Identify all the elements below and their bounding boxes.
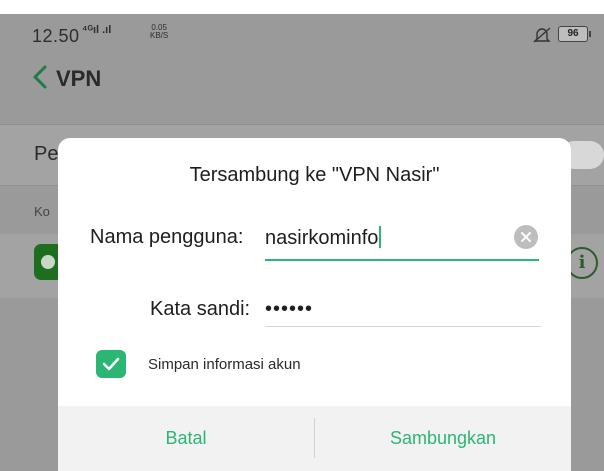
username-value: nasirkominfo — [265, 227, 379, 249]
password-input[interactable]: •••••• — [265, 298, 313, 321]
save-account-label: Simpan informasi akun — [148, 356, 301, 373]
username-label: Nama pengguna: — [90, 226, 244, 248]
mute-icon — [532, 26, 552, 44]
dialog-button-bar: Batal Sambungkan — [58, 406, 571, 471]
status-time: 12.50 — [32, 26, 80, 46]
username-underline — [265, 259, 539, 261]
cancel-button[interactable]: Batal — [58, 406, 314, 471]
username-input[interactable]: nasirkominfo — [265, 226, 382, 250]
nav-bar: VPN — [0, 54, 604, 102]
save-account-checkbox-row[interactable]: Simpan informasi akun — [58, 350, 571, 380]
text-caret — [379, 226, 382, 248]
dialog-title: Tersambung ke "VPN Nasir" — [189, 164, 440, 186]
signal-icon: ⁴ᴳıl .ıl — [82, 24, 112, 36]
connect-button[interactable]: Sambungkan — [315, 406, 571, 471]
save-account-checkbox[interactable] — [96, 350, 126, 378]
settings-row-pe-label: Pe — [34, 143, 59, 165]
chevron-left-icon[interactable] — [30, 64, 50, 90]
page-title: VPN — [56, 66, 102, 91]
network-speed: 0.05 KB/S — [150, 24, 168, 40]
username-field[interactable]: Nama pengguna: nasirkominfo — [58, 208, 571, 268]
vpn-login-dialog: Tersambung ke "VPN Nasir" Nama pengguna:… — [58, 138, 571, 471]
password-underline — [265, 326, 541, 327]
checkmark-icon — [102, 357, 120, 371]
password-field[interactable]: Kata sandi: •••••• — [58, 280, 571, 340]
section-header-ko: Ko — [34, 204, 50, 219]
password-label: Kata sandi: — [150, 298, 251, 320]
status-bar: 12.50 ⁴ᴳıl .ıl 0.05 KB/S 96 — [0, 14, 604, 54]
photo-top-edge — [0, 0, 604, 14]
network-speed-unit: KB/S — [150, 31, 169, 40]
clear-icon[interactable] — [514, 225, 538, 249]
battery-icon: 96 — [558, 26, 591, 42]
